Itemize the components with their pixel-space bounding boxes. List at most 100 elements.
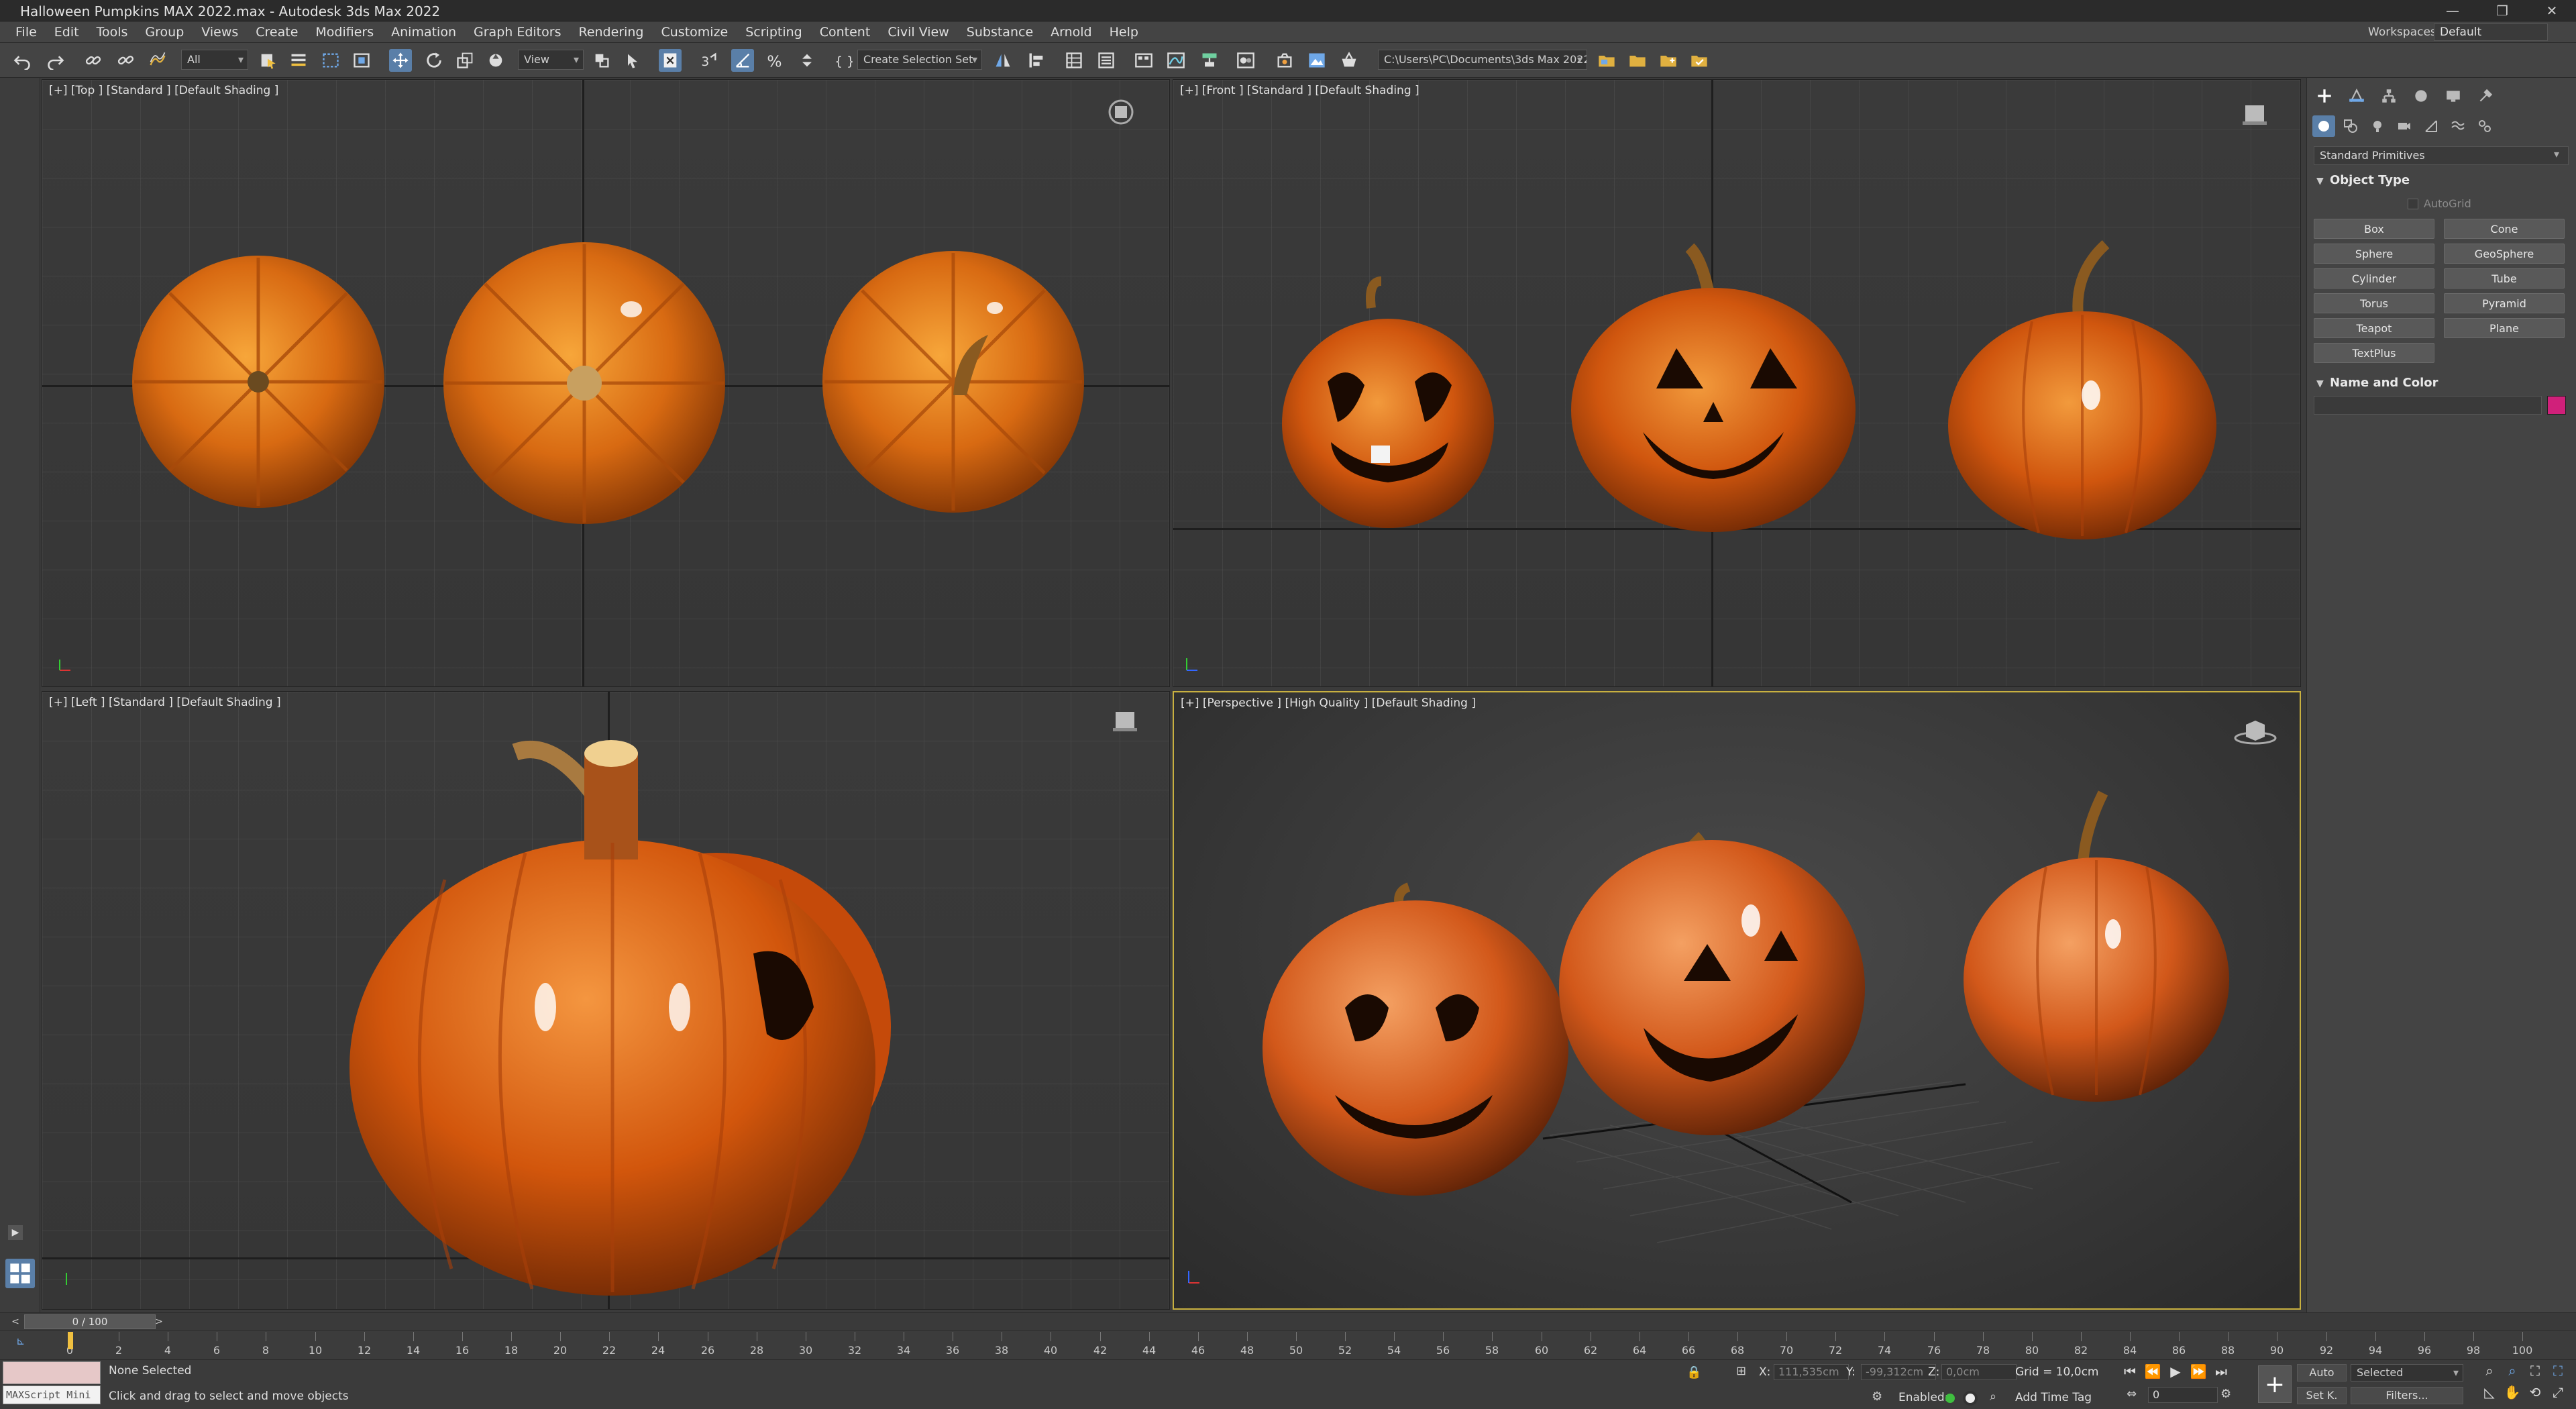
- display-tab-icon[interactable]: [2441, 86, 2465, 106]
- link-icon[interactable]: [82, 49, 105, 72]
- lights-icon[interactable]: [2366, 115, 2389, 137]
- collapse-arrow-icon[interactable]: ▼: [2316, 176, 2324, 187]
- track-bar[interactable]: ⊾ 0 2 4 6 8 10 12 14 16 18 20 22 24 26 28 30 32 34 36 38 40 4…: [0, 1330, 2576, 1359]
- maximize-viewport-icon[interactable]: ⤢: [2546, 1384, 2569, 1400]
- mirror-icon[interactable]: [991, 49, 1014, 72]
- rendered-frame-window-icon[interactable]: [1305, 49, 1328, 72]
- name-and-color-title[interactable]: Name and Color: [2330, 376, 2438, 390]
- set-project-icon[interactable]: [1688, 49, 1711, 72]
- render-production-icon[interactable]: [1338, 49, 1360, 72]
- mini-curve-icon[interactable]: ⊾: [16, 1335, 25, 1347]
- hierarchy-tab-icon[interactable]: [2377, 86, 2401, 106]
- new-project-icon[interactable]: [1657, 49, 1680, 72]
- field-of-view-icon[interactable]: ◺: [2478, 1384, 2501, 1400]
- maxscript-listener-field[interactable]: [3, 1361, 101, 1384]
- open-project-icon[interactable]: [1626, 49, 1649, 72]
- pivot-center-icon[interactable]: [590, 49, 613, 72]
- object-color-swatch[interactable]: [2547, 396, 2566, 415]
- cylinder-button[interactable]: Cylinder: [2314, 268, 2434, 289]
- select-by-name-icon[interactable]: [287, 49, 310, 72]
- lock-selection-icon[interactable]: 🔒: [1686, 1365, 1701, 1379]
- menu-content[interactable]: Content: [811, 21, 879, 43]
- menu-rendering[interactable]: Rendering: [570, 21, 652, 43]
- align-icon[interactable]: [1025, 49, 1048, 72]
- cone-button[interactable]: Cone: [2444, 219, 2565, 239]
- project-folder-icon[interactable]: [1595, 49, 1618, 72]
- bind-space-warp-icon[interactable]: [146, 49, 169, 72]
- motion-tab-icon[interactable]: [2409, 86, 2433, 106]
- go-to-end-icon[interactable]: ⏭: [2211, 1361, 2231, 1381]
- zoom-extents-all-icon[interactable]: ⛶: [2546, 1363, 2569, 1379]
- create-tab-icon[interactable]: [2312, 86, 2337, 106]
- snaps-toggle-icon[interactable]: 3: [698, 49, 720, 72]
- close-button[interactable]: ✕: [2533, 1, 2571, 20]
- geosphere-button[interactable]: GeoSphere: [2444, 244, 2565, 264]
- box-button[interactable]: Box: [2314, 219, 2434, 239]
- zoom-all-icon[interactable]: ⌕: [2501, 1363, 2524, 1379]
- absolute-mode-icon[interactable]: ⊞: [1736, 1364, 1746, 1378]
- set-key-button[interactable]: Set K.: [2297, 1387, 2347, 1404]
- orbit-icon[interactable]: ⟲: [2524, 1384, 2546, 1400]
- torus-button[interactable]: Torus: [2314, 293, 2434, 313]
- redo-icon[interactable]: [44, 49, 67, 72]
- menu-scripting[interactable]: Scripting: [737, 21, 811, 43]
- curve-editor-icon[interactable]: [1165, 49, 1187, 72]
- menu-substance[interactable]: Substance: [958, 21, 1042, 43]
- tube-button[interactable]: Tube: [2444, 268, 2565, 289]
- menu-tools[interactable]: Tools: [88, 21, 137, 43]
- menu-create[interactable]: Create: [247, 21, 307, 43]
- undo-icon[interactable]: [11, 49, 34, 72]
- modify-tab-icon[interactable]: [2345, 86, 2369, 106]
- current-frame-field[interactable]: 0: [2148, 1387, 2218, 1403]
- menu-modifiers[interactable]: Modifiers: [307, 21, 382, 43]
- viewport-layouts-icon[interactable]: [5, 1259, 35, 1288]
- maxscript-mini-field[interactable]: MAXScript Mini: [3, 1386, 101, 1404]
- helpers-icon[interactable]: [2420, 115, 2443, 137]
- viewport-perspective[interactable]: [+] [Perspective ] [High Quality ] [Defa…: [1173, 691, 2301, 1310]
- menu-customize[interactable]: Customize: [653, 21, 737, 43]
- key-filter-dropdown[interactable]: Selected: [2351, 1364, 2463, 1381]
- select-object-icon[interactable]: [256, 49, 279, 72]
- spinner-snap-icon[interactable]: [796, 49, 818, 72]
- rect-selection-icon[interactable]: [319, 49, 342, 72]
- selection-filter-dropdown[interactable]: All: [181, 50, 248, 70]
- textplus-button[interactable]: TextPlus: [2314, 343, 2434, 363]
- adaptive-degradation-icon[interactable]: ⚙: [1872, 1390, 1888, 1406]
- move-icon[interactable]: [389, 49, 412, 72]
- menu-edit[interactable]: Edit: [46, 21, 88, 43]
- viewport-front[interactable]: [+] [Front ] [Standard ] [Default Shadin…: [1173, 79, 2301, 687]
- edit-named-selection-icon[interactable]: { }: [832, 49, 855, 72]
- collapse-arrow-icon[interactable]: ▼: [2316, 378, 2324, 389]
- pyramid-button[interactable]: Pyramid: [2444, 293, 2565, 313]
- shapes-icon[interactable]: [2339, 115, 2362, 137]
- rotate-icon[interactable]: [423, 49, 445, 72]
- restore-button[interactable]: ❐: [2483, 1, 2521, 20]
- expand-layout-icon[interactable]: ▶: [8, 1225, 23, 1240]
- sphere-button[interactable]: Sphere: [2314, 244, 2434, 264]
- minimize-button[interactable]: —: [2434, 1, 2471, 20]
- isolate-toggle-icon[interactable]: [1963, 1391, 1978, 1406]
- menu-help[interactable]: Help: [1101, 21, 1147, 43]
- object-type-title[interactable]: Object Type: [2330, 173, 2410, 187]
- unlink-icon[interactable]: [114, 49, 137, 72]
- time-config-icon[interactable]: ⚙: [2220, 1387, 2231, 1401]
- geometry-icon[interactable]: [2312, 115, 2335, 137]
- menu-file[interactable]: File: [7, 21, 46, 43]
- key-mode-icon[interactable]: ⇔: [2127, 1387, 2137, 1401]
- add-time-tag[interactable]: Add Time Tag: [2015, 1391, 2092, 1404]
- layer-explorer-icon[interactable]: [1095, 49, 1118, 72]
- menu-graph-editors[interactable]: Graph Editors: [465, 21, 570, 43]
- prev-key-icon[interactable]: ⏪: [2143, 1361, 2163, 1381]
- zoom-icon[interactable]: ⌕: [2478, 1363, 2501, 1379]
- time-tag-icon[interactable]: ⌕: [1990, 1390, 1996, 1404]
- space-warps-icon[interactable]: [2447, 115, 2469, 137]
- ref-coord-dropdown[interactable]: View: [518, 50, 584, 70]
- primitive-category-dropdown[interactable]: Standard Primitives: [2314, 146, 2569, 165]
- x-coordinate-field[interactable]: 111,535cm: [1774, 1364, 1849, 1380]
- project-path-dropdown[interactable]: C:\Users\PC\Documents\3ds Max 2022: [1378, 50, 1587, 70]
- place-icon[interactable]: [484, 49, 507, 72]
- y-coordinate-field[interactable]: -99,312cm: [1861, 1364, 1936, 1380]
- time-slider-thumb[interactable]: 0 / 100: [24, 1314, 156, 1329]
- pan-icon[interactable]: ✋: [2501, 1384, 2524, 1400]
- key-filters-button[interactable]: Filters...: [2351, 1387, 2463, 1404]
